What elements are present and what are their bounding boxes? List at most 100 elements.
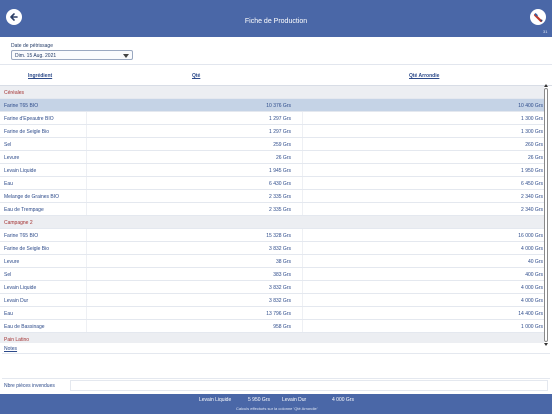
table-row[interactable]: Farine T65 BIO 10 376 Grs 10 400 Grs bbox=[0, 99, 544, 112]
rounded-quantity-cell: 4 000 Grs bbox=[521, 298, 543, 304]
quantity-cell: 38 Grs bbox=[275, 259, 291, 265]
quantity-cell: 2 335 Grs bbox=[269, 207, 291, 213]
table-header: Ingrédient Qté Qté Arrondie bbox=[0, 64, 552, 86]
table-row[interactable]: Farine de Seigle Bio 1 297 Grs 1 300 Grs bbox=[0, 125, 544, 138]
quantity-cell: 3 832 Grs bbox=[269, 246, 291, 252]
rounded-quantity-cell: 1 000 Grs bbox=[521, 324, 543, 330]
pieces-label: Nbre pièces invendues bbox=[4, 383, 55, 389]
section-row[interactable]: Céréales bbox=[0, 86, 544, 99]
version-label: 31 bbox=[543, 29, 548, 34]
ingredient-name: Farine de Seigle Bio bbox=[4, 129, 50, 135]
page-title: Fiche de Production bbox=[244, 18, 308, 25]
ingredient-name: Eau bbox=[4, 311, 13, 317]
ingredient-name: Sel bbox=[4, 272, 12, 278]
quantity-cell: 26 Grs bbox=[275, 155, 291, 161]
rounded-quantity-cell: 1 950 Grs bbox=[521, 168, 543, 174]
table-row[interactable]: Eau de Bassinage 958 Grs 1 000 Grs bbox=[0, 320, 544, 333]
table-row[interactable]: Levain Liquide 3 832 Grs 4 000 Grs bbox=[0, 281, 544, 294]
column-header-ingredient[interactable]: Ingrédient bbox=[28, 73, 52, 79]
date-select-value: Dim. 15 Aug. 2021 bbox=[15, 53, 57, 59]
rounded-quantity-cell: 6 450 Grs bbox=[521, 181, 543, 187]
scroll-track[interactable] bbox=[544, 88, 548, 342]
footer-levain-dur-label: Levain Dur bbox=[282, 397, 307, 403]
table-row[interactable]: Levure 26 Grs 26 Grs bbox=[0, 151, 544, 164]
rounded-quantity-cell: 260 Grs bbox=[525, 142, 543, 148]
table-row[interactable]: Sel 383 Grs 400 Grs bbox=[0, 268, 544, 281]
quantity-cell: 15 328 Grs bbox=[266, 233, 291, 239]
ingredient-name: Levain Liquide bbox=[4, 285, 37, 291]
table-row[interactable]: Levain Dur 3 832 Grs 4 000 Grs bbox=[0, 294, 544, 307]
footer-levain-liquide-label: Levain Liquide bbox=[199, 397, 232, 403]
section-title: Pain Latino bbox=[4, 337, 30, 343]
quantity-cell: 3 832 Grs bbox=[269, 298, 291, 304]
ingredient-name: Sel bbox=[4, 142, 12, 148]
table-row[interactable]: Sel 259 Grs 260 Grs bbox=[0, 138, 544, 151]
ingredient-name: Melange de Graines BIO bbox=[4, 194, 60, 200]
section-row[interactable]: Campagne 2 bbox=[0, 216, 544, 229]
rounded-quantity-cell: 1 300 Grs bbox=[521, 116, 543, 122]
ingredient-name: Eau de Trempage bbox=[4, 207, 44, 213]
rounded-quantity-cell: 2 340 Grs bbox=[521, 207, 543, 213]
scroll-up-icon[interactable] bbox=[544, 84, 548, 87]
ingredient-name: Farine T65 BIO bbox=[4, 233, 39, 239]
quantity-cell: 259 Grs bbox=[273, 142, 291, 148]
section-row[interactable]: Pain Latino bbox=[0, 333, 544, 343]
quantity-cell: 10 376 Grs bbox=[266, 103, 291, 109]
ingredient-name: Levain Liquide bbox=[4, 168, 37, 174]
quantity-cell: 6 430 Grs bbox=[269, 181, 291, 187]
footer-levain-liquide-value: 5 950 Grs bbox=[248, 397, 270, 403]
table-row[interactable]: Levure 38 Grs 40 Grs bbox=[0, 255, 544, 268]
table-row[interactable]: Eau 6 430 Grs 6 450 Grs bbox=[0, 177, 544, 190]
rounded-quantity-cell: 4 000 Grs bbox=[521, 246, 543, 252]
footer-levain-dur-value: 4 000 Grs bbox=[332, 397, 354, 403]
ingredient-name: Levain Dur bbox=[4, 298, 29, 304]
rounded-quantity-cell: 2 340 Grs bbox=[521, 194, 543, 200]
rounded-quantity-cell: 1 300 Grs bbox=[521, 129, 543, 135]
ingredient-name: Farine d'Epeautre BIO bbox=[4, 116, 54, 122]
table-row[interactable]: Eau de Trempage 2 335 Grs 2 340 Grs bbox=[0, 203, 544, 216]
table-row[interactable]: Farine de Seigle Bio 3 832 Grs 4 000 Grs bbox=[0, 242, 544, 255]
ingredient-name: Levure bbox=[4, 155, 20, 161]
rounded-quantity-cell: 10 400 Grs bbox=[518, 103, 543, 109]
quantity-cell: 1 945 Grs bbox=[269, 168, 291, 174]
pieces-input[interactable] bbox=[70, 380, 548, 391]
footer-note: Calculs effectués sur la colonne 'Qté Ar… bbox=[236, 406, 318, 411]
quantity-cell: 1 297 Grs bbox=[269, 129, 291, 135]
quantity-cell: 383 Grs bbox=[273, 272, 291, 278]
rounded-quantity-cell: 4 000 Grs bbox=[521, 285, 543, 291]
chevron-down-icon bbox=[123, 54, 129, 58]
rounded-quantity-cell: 40 Grs bbox=[527, 259, 543, 265]
table-scrollbar[interactable] bbox=[543, 84, 549, 346]
quantity-cell: 958 Grs bbox=[273, 324, 291, 330]
top-bar: Fiche de Production 31 bbox=[0, 0, 552, 37]
table-row[interactable]: Levain Liquide 1 945 Grs 1 950 Grs bbox=[0, 164, 544, 177]
scroll-down-icon[interactable] bbox=[544, 343, 548, 346]
rounded-quantity-cell: 400 Grs bbox=[525, 272, 543, 278]
tool-icon bbox=[533, 12, 542, 22]
column-header-qte-arrondie[interactable]: Qté Arrondie bbox=[409, 73, 439, 79]
table-row[interactable]: Farine d'Epeautre BIO 1 297 Grs 1 300 Grs bbox=[0, 112, 544, 125]
ingredient-name: Farine T65 BIO bbox=[4, 103, 39, 109]
production-table: Céréales Farine T65 BIO 10 376 Grs 10 400 G… bbox=[0, 86, 552, 343]
quantity-cell: 3 832 Grs bbox=[269, 285, 291, 291]
ingredient-name: Eau de Bassinage bbox=[4, 324, 45, 330]
table-row[interactable]: Farine T65 BIO 15 328 Grs 16 000 Grs bbox=[0, 229, 544, 242]
ingredient-name: Farine de Seigle Bio bbox=[4, 246, 50, 252]
ingredient-name: Levure bbox=[4, 259, 20, 265]
table-row[interactable]: Melange de Graines BIO 2 335 Grs 2 340 Grs bbox=[0, 190, 544, 203]
date-select[interactable]: Dim. 15 Aug. 2021 bbox=[11, 50, 133, 60]
notes-field[interactable] bbox=[2, 353, 550, 379]
ingredient-name: Eau bbox=[4, 181, 13, 187]
footer-bar: Levain Liquide 5 950 Grs Levain Dur 4 00… bbox=[0, 394, 552, 414]
quantity-cell: 2 335 Grs bbox=[269, 194, 291, 200]
section-title: Céréales bbox=[4, 90, 25, 96]
date-label: Date de pétrissage bbox=[11, 43, 53, 49]
notes-label: Notes bbox=[4, 346, 18, 352]
rounded-quantity-cell: 26 Grs bbox=[527, 155, 543, 161]
section-title: Campagne 2 bbox=[4, 220, 33, 226]
column-header-qte[interactable]: Qté bbox=[192, 73, 200, 79]
rounded-quantity-cell: 16 000 Grs bbox=[518, 233, 543, 239]
table-row[interactable]: Eau 13 796 Grs 14 400 Grs bbox=[0, 307, 544, 320]
tool-button[interactable] bbox=[530, 9, 546, 25]
rounded-quantity-cell: 14 400 Grs bbox=[518, 311, 543, 317]
